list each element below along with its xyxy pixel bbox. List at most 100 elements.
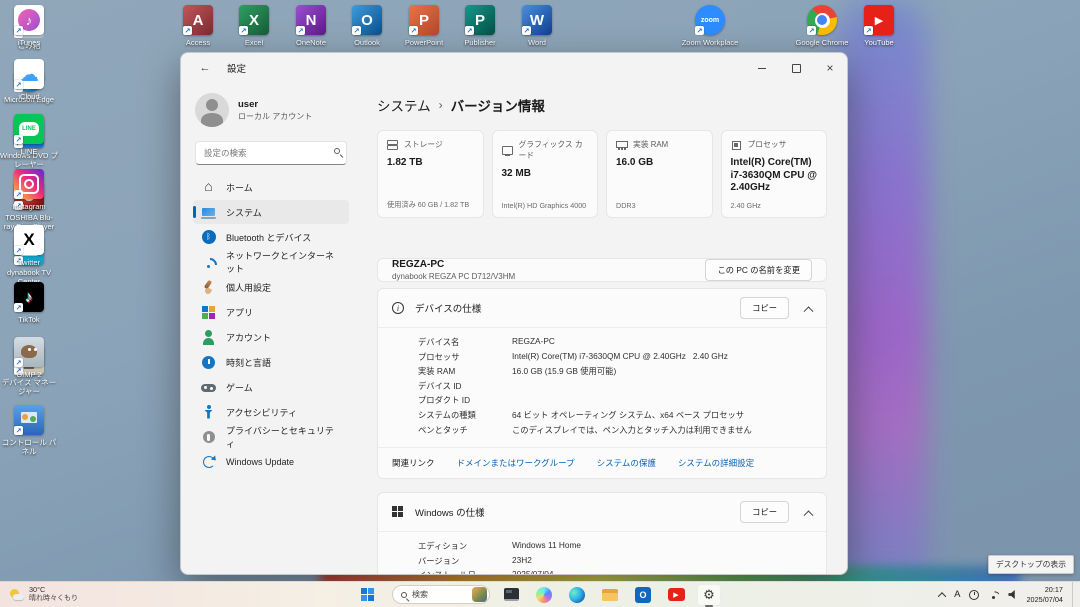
minimize-button[interactable] (745, 53, 779, 83)
spec-value: 23H2 (512, 555, 532, 565)
titlebar: 設定 (181, 53, 847, 83)
spec-label: エディション (418, 540, 512, 552)
related-link[interactable]: システムの保護 (597, 457, 656, 469)
spec-label: デバイス ID (418, 380, 512, 392)
weather-widget[interactable]: 30°C 晴れ時々くもり (0, 582, 88, 607)
collapse-chevron-icon[interactable] (804, 306, 814, 316)
sidebar-item[interactable]: ゲーム (193, 375, 349, 399)
copy-device-specs-button[interactable]: コピー (740, 297, 789, 319)
desktop-icon[interactable]: TikTok (0, 282, 58, 324)
search-icon (401, 592, 407, 598)
sidebar-item[interactable]: 個人用設定 (193, 275, 349, 299)
desktop-icon[interactable]: Instagram (0, 169, 58, 211)
sidebar-item[interactable]: アカウント (193, 325, 349, 349)
spec-cards: ストレージ 1.82 TB 使用済み 60 GB / 1.82 TB グラフィッ… (377, 130, 827, 218)
shortcut-arrow-icon (522, 26, 531, 35)
spec-card-title: プロセッサ (748, 139, 787, 150)
outlook-button[interactable] (631, 584, 655, 606)
copilot-button[interactable] (532, 584, 556, 606)
desktop-icon[interactable]: OneNote (282, 5, 340, 47)
spec-value: Intel(R) Core(TM) i7-3630QM CPU @ 2.40GH… (512, 351, 728, 361)
desktop-icon[interactable]: PowerPoint (395, 5, 453, 47)
info-icon (392, 302, 404, 314)
volume-icon[interactable] (1008, 590, 1017, 599)
desktop-icon-label: PowerPoint (405, 38, 443, 47)
sidebar-item[interactable]: プライバシーとセキュリティ (193, 425, 349, 449)
line-icon (14, 114, 44, 144)
sidebar-item[interactable]: ネットワークとインターネット (193, 250, 349, 274)
sidebar-item-label: Windows Update (226, 457, 294, 467)
related-link[interactable]: システムの詳細設定 (678, 457, 754, 469)
rename-pc-button[interactable]: この PC の名前を変更 (705, 259, 812, 281)
desktop-icon[interactable]: Publisher (451, 5, 509, 47)
settings-main: システム › バージョン情報 ストレージ 1.82 TB 使用済み 60 GB … (359, 83, 847, 574)
sidebar-item[interactable]: Bluetooth とデバイス (193, 225, 349, 249)
desktop-icon-label: Twitter (18, 258, 40, 267)
spec-value: 16.0 GB (15.9 GB 使用可能) (512, 365, 616, 377)
spec-value: REGZA-PC (512, 336, 555, 346)
settings-search-input[interactable] (195, 141, 347, 165)
desktop-icon[interactable]: YouTube (850, 5, 908, 47)
clock[interactable]: 20:17 2025/07/04 (1026, 585, 1063, 603)
shortcut-arrow-icon (352, 26, 361, 35)
spec-row: ペンとタッチ このディスプレイでは、ペン入力とタッチ入力は利用できません (418, 424, 812, 439)
sidebar-item[interactable]: ホーム (193, 175, 349, 199)
spec-row: 実装 RAM 16.0 GB (15.9 GB 使用可能) (418, 365, 812, 380)
desktop-icon[interactable]: Zoom Workplace (681, 5, 739, 47)
file-explorer-button[interactable] (598, 584, 622, 606)
collapse-chevron-icon[interactable] (804, 510, 814, 520)
wifi-icon[interactable] (988, 590, 999, 599)
sidebar-item[interactable]: Windows Update (193, 450, 349, 474)
desktop-icon-label: LINE (21, 147, 38, 156)
tray-overflow-chevron-icon[interactable] (938, 592, 946, 600)
desktop-icon[interactable]: Google Chrome (793, 5, 851, 47)
tray-status-icon[interactable] (969, 590, 979, 600)
desktop-icon[interactable]: Access (169, 5, 227, 47)
desktop-icon[interactable]: LINE (0, 114, 58, 156)
youtube-button[interactable] (664, 584, 688, 606)
desktop-icon[interactable]: Word (508, 5, 566, 47)
tray-time: 20:17 (1045, 585, 1063, 594)
user-account[interactable]: user ローカル アカウント (193, 87, 349, 139)
spec-label: ペンとタッチ (418, 424, 512, 436)
desktop-icon-label: OneNote (296, 38, 326, 47)
breadcrumb-parent[interactable]: システム (377, 95, 431, 115)
desktop-icon[interactable]: iTunes (0, 5, 58, 47)
desktop-icon-label: Excel (245, 38, 263, 47)
accounts-icon (201, 330, 216, 345)
desktop-icon-label: Publisher (464, 38, 495, 47)
related-link[interactable]: ドメインまたはワークグループ (457, 457, 575, 469)
sidebar-item-label: システム (226, 206, 262, 219)
sidebar-item-label: ネットワークとインターネット (226, 249, 341, 275)
taskbar-dark-app-button[interactable] (499, 584, 523, 606)
edge-button[interactable] (565, 584, 589, 606)
chrome-icon (807, 5, 837, 35)
weather-temperature: 30°C (29, 586, 78, 595)
desktop-right-icons: iTunes iCloud LINE Instagram Twitter Tik… (0, 0, 58, 607)
sidebar-item[interactable]: アクセシビリティ (193, 400, 349, 424)
close-button[interactable] (813, 53, 847, 83)
taskbar-search[interactable]: 検索 (392, 585, 490, 604)
back-button[interactable] (193, 58, 217, 78)
sidebar-item-label: プライバシーとセキュリティ (226, 424, 341, 450)
desktop-icon[interactable]: Excel (225, 5, 283, 47)
desktop-icon[interactable]: Twitter (0, 225, 58, 267)
spec-value: このディスプレイでは、ペン入力とタッチ入力は利用できません (512, 424, 752, 436)
settings-taskbar-button[interactable] (697, 584, 721, 606)
desktop-icon[interactable]: iCloud (0, 59, 58, 101)
sidebar-item[interactable]: システム (193, 200, 349, 224)
sidebar-item[interactable]: アプリ (193, 300, 349, 324)
page-title: バージョン情報 (451, 95, 545, 115)
gimp-icon (14, 337, 44, 367)
show-desktop-button[interactable] (1072, 582, 1076, 607)
maximize-button[interactable] (779, 53, 813, 83)
desktop-icon[interactable]: GIMP 2 (0, 337, 58, 379)
privacy-icon (201, 430, 216, 445)
spec-value: Windows 11 Home (512, 540, 581, 550)
desktop-icon-label: Instagram (12, 202, 45, 211)
ime-indicator[interactable]: A (954, 589, 960, 600)
start-button[interactable] (359, 584, 383, 606)
copy-windows-specs-button[interactable]: コピー (740, 501, 789, 523)
desktop-icon[interactable]: Outlook (338, 5, 396, 47)
sidebar-item[interactable]: 時刻と言語 (193, 350, 349, 374)
